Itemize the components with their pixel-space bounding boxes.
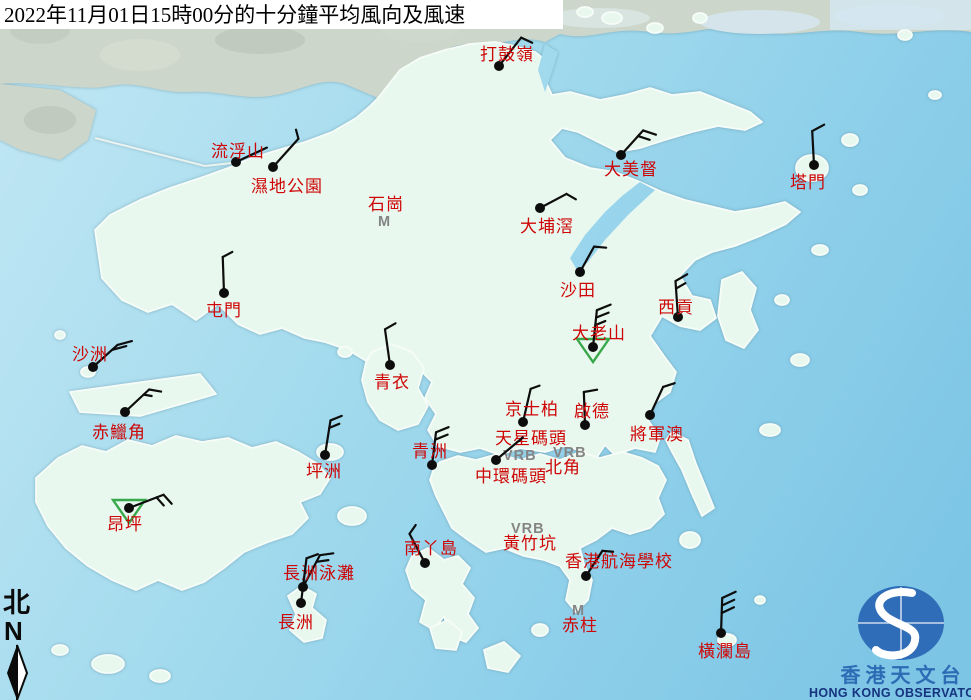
station-dot xyxy=(645,410,655,420)
ma-wan-island xyxy=(338,347,352,357)
station-label: 京士柏 xyxy=(505,400,559,419)
wind-barb-feather xyxy=(594,247,606,248)
islet-near-waglan xyxy=(755,596,765,604)
top-islet-2 xyxy=(647,23,663,33)
wind-barb-staff xyxy=(223,257,224,293)
station-label: 沙田 xyxy=(560,281,596,300)
station-label: 赤柱 xyxy=(562,616,598,635)
soko-islet-1 xyxy=(92,655,124,673)
station-dot xyxy=(535,203,545,213)
station-label: 中環碼頭 xyxy=(475,467,547,486)
wind-barb-staff xyxy=(721,598,722,633)
station-dot xyxy=(491,455,501,465)
se-islet-2 xyxy=(775,295,789,305)
station-dot xyxy=(124,503,134,513)
ne-islet-2 xyxy=(853,185,867,195)
station-dot xyxy=(427,460,437,470)
station-label: 大老山 xyxy=(572,324,626,343)
station-label: 將軍澳 xyxy=(630,425,684,444)
title-bar: 2022年11月01日15時00分的十分鐘平均風向及風速 xyxy=(0,0,563,29)
station-label: 昂坪 xyxy=(107,515,143,534)
station-label: 北角 xyxy=(545,458,581,477)
station-dot xyxy=(385,360,395,370)
station-label: 坪洲 xyxy=(306,462,342,481)
po-toi-islet-3 xyxy=(532,624,548,636)
hko-logo-name-en: HONG KONG OBSERVATORY xyxy=(809,686,971,700)
page-title: 2022年11月01日15時00分的十分鐘平均風向及風速 xyxy=(4,3,465,27)
station-dot xyxy=(268,162,278,172)
se-islet-1 xyxy=(791,354,809,366)
hko-logo-name-zh: 香港天文台 xyxy=(841,663,966,687)
compass-hanzi-label: 北 xyxy=(3,588,30,618)
station-label: 流浮山 xyxy=(211,142,265,161)
tung-lung-island xyxy=(680,532,700,548)
mirs-bay-islet-2 xyxy=(929,91,941,99)
station-label: 青衣 xyxy=(374,373,410,392)
station-tag: M xyxy=(378,214,391,230)
se-islet-4 xyxy=(760,424,780,436)
map-canvas: 打鼓嶺流浮山濕地公園 M石崗大埔滘 大美督塔門沙田屯門 西貢沙洲 大老山青衣赤鱲角 京士柏… xyxy=(0,0,971,700)
station-label: 啟德 xyxy=(574,402,610,421)
top-islet-1 xyxy=(602,12,622,24)
station-label: 南丫島 xyxy=(404,539,458,558)
station-label: 西貢 xyxy=(658,298,694,317)
station-label: 赤鱲角 xyxy=(92,423,146,442)
top-islet-3 xyxy=(693,13,707,23)
top-islet-4 xyxy=(577,7,593,17)
station-label: 塔門 xyxy=(790,173,826,192)
soko-islet-2 xyxy=(52,645,68,655)
station-dot xyxy=(420,558,430,568)
station-dot xyxy=(616,150,626,160)
station-label: 石崗 xyxy=(368,195,404,214)
station-dot xyxy=(580,420,590,430)
se-islet-3 xyxy=(812,245,828,255)
station-label: 青洲 xyxy=(412,442,448,461)
station-dot xyxy=(809,160,819,170)
station-label: 橫瀾島 xyxy=(698,642,752,661)
station-dot xyxy=(120,407,130,417)
station-label: 打鼓嶺 xyxy=(480,45,534,64)
station-dot xyxy=(716,628,726,638)
station-label: 濕地公園 xyxy=(251,177,323,196)
station-dot xyxy=(296,598,306,608)
hei-ling-chau-island xyxy=(338,507,366,525)
compass-n-label: N xyxy=(4,616,23,646)
station-label: 香港航海學校 xyxy=(565,552,673,571)
station-label: 沙洲 xyxy=(72,345,108,364)
ne-islet-1 xyxy=(842,134,858,146)
station-dot xyxy=(219,288,229,298)
lung-kwu-chau-island xyxy=(55,331,65,339)
station-dot xyxy=(588,342,598,352)
station-dot xyxy=(575,267,585,277)
station-label: 長洲 xyxy=(278,613,314,632)
mirs-bay-islet-1 xyxy=(898,30,912,40)
station-label: 大埔滘 xyxy=(520,217,574,236)
wind-map-screenshot: 打鼓嶺流浮山濕地公園 M石崗大埔滘 大美督塔門沙田屯門 西貢沙洲 大老山青衣赤鱲角 京士柏… xyxy=(0,0,971,700)
station-dot xyxy=(320,450,330,460)
station-dot xyxy=(581,571,591,581)
station-label: 屯門 xyxy=(206,301,242,320)
station-label: 大美督 xyxy=(604,160,658,179)
station-label: 長洲泳灘 xyxy=(283,564,355,583)
station-label: 黃竹坑 xyxy=(503,534,557,553)
soko-islet-3 xyxy=(150,670,170,682)
wind-barb-feather xyxy=(144,395,152,396)
